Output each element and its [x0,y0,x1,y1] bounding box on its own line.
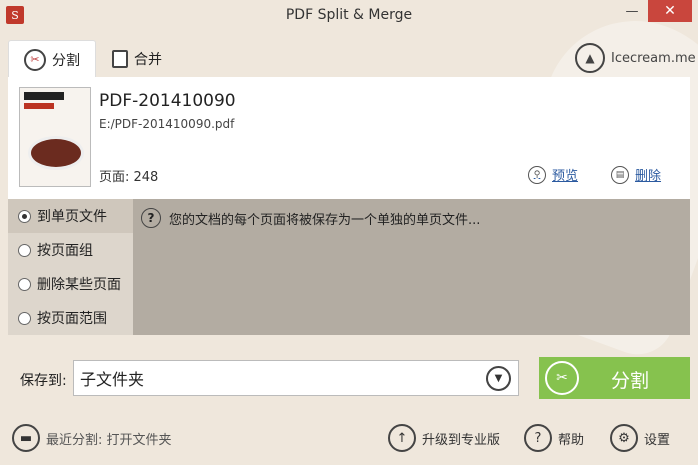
arrow-up-icon: ↑ [388,424,416,452]
icecream-logo-icon: ▲ [575,43,605,73]
settings-label: 设置 [644,432,671,448]
help-label: 帮助 [558,432,585,448]
folder-icon: ▬ [12,424,40,452]
scissors-icon: ✂ [24,48,46,71]
radio-button[interactable] [18,243,31,257]
file-card: PDF-201410090 E:/PDF-201410090.pdf 页面: 2… [8,77,690,199]
split-mode-delete-pages[interactable]: 删除某些页面 [8,267,133,301]
brand-label: Icecream.me [611,50,696,66]
split-mode-page-range[interactable]: 按页面范围 [8,301,133,335]
save-location-select[interactable]: 子文件夹 [73,360,519,396]
tab-split-label: 分割 [52,52,80,69]
file-name: PDF-201410090 [99,91,236,111]
recent-split-label: 最近分割: 打开文件夹 [46,432,172,448]
brand-link[interactable]: ▲ Icecream.me [575,42,696,74]
magnifier-icon: ⚲ [528,165,546,184]
close-button[interactable]: ✕ [648,0,692,22]
scissors-icon: ✂ [545,361,579,395]
title-bar: S PDF Split & Merge — ✕ [0,0,698,30]
file-path: E:/PDF-201410090.pdf [99,117,235,131]
help-button[interactable]: ? 帮助 [524,423,584,453]
gear-icon: ⚙ [610,424,638,452]
window-title: PDF Split & Merge [285,7,413,23]
split-mode-page-group[interactable]: 按页面组 [8,233,133,267]
split-button[interactable]: ✂ 分割 [539,357,690,399]
document-icon [112,50,128,68]
save-to-label: 保存到: [20,373,67,389]
split-mode-label: 删除某些页面 [37,277,121,293]
upgrade-button[interactable]: ↑ 升级到专业版 [388,423,500,453]
radio-button[interactable] [18,277,31,291]
delete-link[interactable]: ▤ 删除 [611,165,661,184]
preview-label: 预览 [552,169,579,184]
split-mode-label: 按页面组 [37,243,93,259]
help-icon: ? [524,424,552,452]
mode-hint: ? 您的文档的每个页面将被保存为一个单独的单页文件... [141,208,480,228]
trash-icon: ▤ [611,165,629,184]
tab-merge-label: 合并 [134,52,162,68]
chevron-down-icon[interactable]: ▼ [486,366,511,391]
page-count: 页面: 248 [99,170,159,185]
upgrade-label: 升级到专业版 [422,432,501,448]
split-button-label: 分割 [611,370,650,392]
split-options-panel: 到单页文件 按页面组 删除某些页面 按页面范围 ? 您的文档的每个页面将被保存为… [8,199,690,335]
radio-button[interactable] [18,311,31,325]
split-mode-single-page[interactable]: 到单页文件 [8,199,133,233]
settings-button[interactable]: ⚙ 设置 [610,423,670,453]
split-mode-label: 到单页文件 [37,209,107,225]
file-thumbnail [19,87,91,187]
split-mode-label: 按页面范围 [37,311,107,327]
question-icon: ? [141,208,161,228]
save-location-value: 子文件夹 [80,370,145,389]
recent-split-link[interactable]: ▬ 最近分割: 打开文件夹 [12,423,172,453]
radio-button[interactable] [18,209,31,223]
delete-label: 删除 [635,169,662,184]
minimize-button[interactable]: — [618,0,646,22]
hint-text: 您的文档的每个页面将被保存为一个单独的单页文件... [169,212,481,228]
split-mode-list: 到单页文件 按页面组 删除某些页面 按页面范围 [8,199,133,335]
tab-merge[interactable]: 合并 [112,40,202,78]
app-icon: S [6,6,24,24]
tab-split[interactable]: ✂ 分割 [8,40,96,78]
app-window: S PDF Split & Merge — ✕ ✂ 分割 合并 ▲ Icecre… [0,0,698,465]
preview-link[interactable]: ⚲ 预览 [528,165,578,184]
